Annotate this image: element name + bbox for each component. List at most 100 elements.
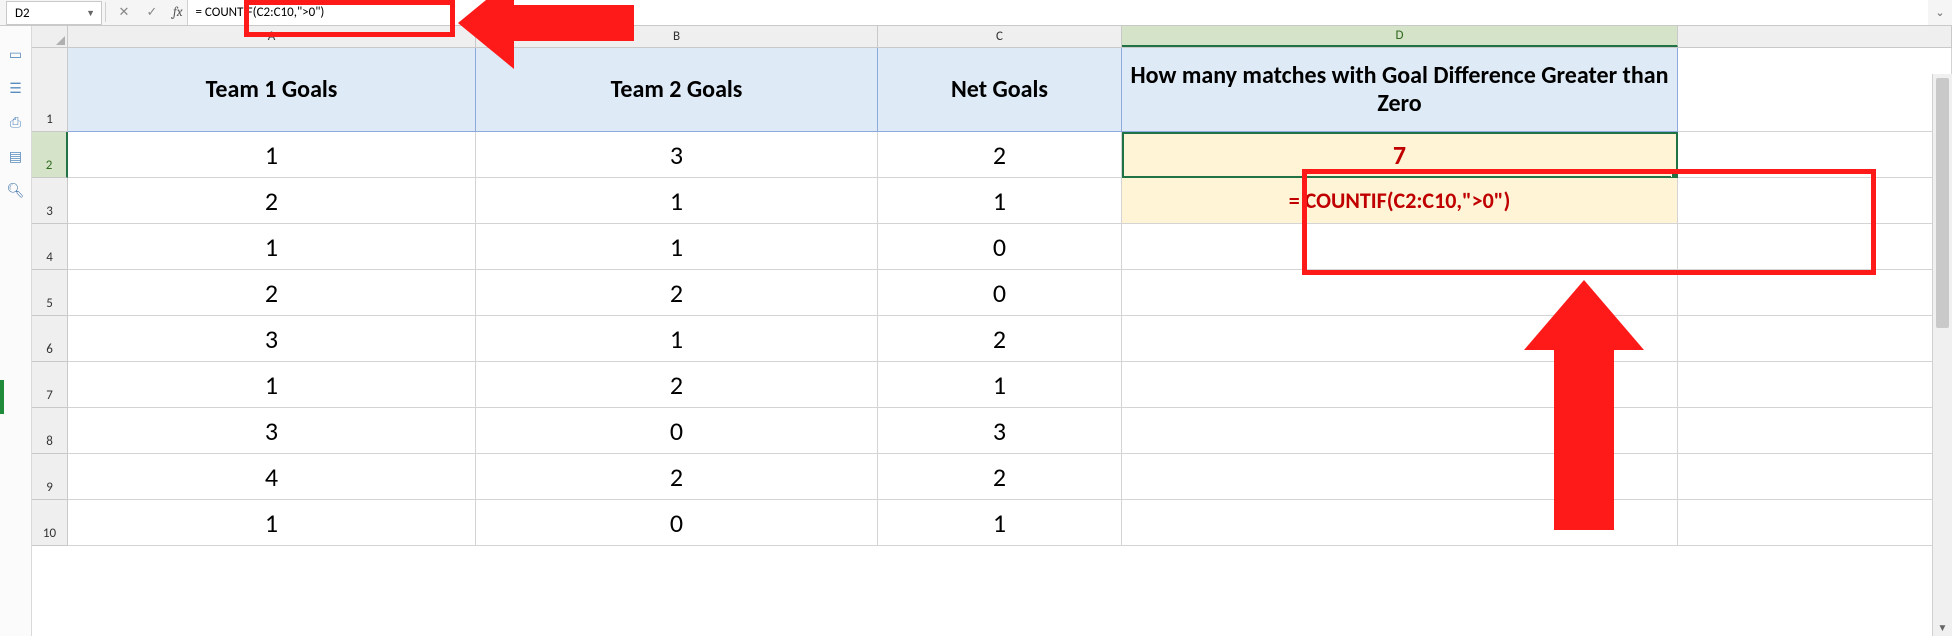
cell-B10[interactable]: 0 [476, 500, 878, 546]
row-header-6[interactable]: 6 [32, 316, 68, 362]
formula-buttons: ✕ ✓ [107, 0, 169, 25]
table-row: 1 Team 1 Goals Team 2 Goals Net Goals Ho… [32, 48, 1952, 132]
col-header-B[interactable]: B [476, 26, 878, 47]
row-header-8[interactable]: 8 [32, 408, 68, 454]
cell-empty[interactable] [1678, 224, 1952, 270]
cell-empty[interactable] [1678, 270, 1952, 316]
cell-empty[interactable] [1678, 178, 1952, 224]
cell-C10[interactable]: 1 [878, 500, 1122, 546]
cell-D3-formula-display[interactable]: = COUNTIF(C2:C10,">0") [1122, 178, 1678, 224]
cell-A5[interactable]: 2 [68, 270, 476, 316]
cell-A8[interactable]: 3 [68, 408, 476, 454]
header-cell-C[interactable]: Net Goals [878, 48, 1122, 132]
cell-C7[interactable]: 1 [878, 362, 1122, 408]
table-row: 6 3 1 2 [32, 316, 1952, 362]
table-row: 2 1 3 2 7 [32, 132, 1952, 178]
chevron-down-icon: ▼ [86, 8, 95, 19]
cell-A4[interactable]: 1 [68, 224, 476, 270]
cell-C5[interactable]: 0 [878, 270, 1122, 316]
cell-empty[interactable] [1678, 316, 1952, 362]
cell-D5[interactable] [1122, 270, 1678, 316]
ribbon-icon[interactable]: ▭ [7, 46, 25, 62]
cell-D6[interactable] [1122, 316, 1678, 362]
cell-C4[interactable]: 0 [878, 224, 1122, 270]
table-row: 8 3 0 3 [32, 408, 1952, 454]
table-row: 4 1 1 0 [32, 224, 1952, 270]
cell-empty[interactable] [1678, 132, 1952, 178]
cell-B5[interactable]: 2 [476, 270, 878, 316]
cell-empty[interactable] [1678, 48, 1952, 132]
column-headers: A B C D [32, 26, 1952, 48]
spreadsheet-grid[interactable]: A B C D 1 Team 1 Goals Team 2 Goals Net … [32, 26, 1952, 636]
cell-A6[interactable]: 3 [68, 316, 476, 362]
row-header-10[interactable]: 10 [32, 500, 68, 546]
cell-A7[interactable]: 1 [68, 362, 476, 408]
accept-formula-button[interactable]: ✓ [139, 1, 165, 25]
cell-D9[interactable] [1122, 454, 1678, 500]
table-row: 5 2 2 0 [32, 270, 1952, 316]
row-header-4[interactable]: 4 [32, 224, 68, 270]
table-row: 7 1 2 1 [32, 362, 1952, 408]
ribbon-icon[interactable]: ☰ [7, 80, 25, 96]
ribbon-icon[interactable]: ▤ [7, 148, 25, 164]
cell-D4[interactable] [1122, 224, 1678, 270]
cell-B7[interactable]: 2 [476, 362, 878, 408]
table-row: 3 2 1 1 = COUNTIF(C2:C10,">0") [32, 178, 1952, 224]
cell-D2-active[interactable]: 7 [1122, 132, 1678, 178]
col-header-D[interactable]: D [1122, 26, 1678, 47]
cell-empty[interactable] [1678, 362, 1952, 408]
cell-B3[interactable]: 1 [476, 178, 878, 224]
col-header-C[interactable]: C [878, 26, 1122, 47]
row-header-3[interactable]: 3 [32, 178, 68, 224]
cell-B4[interactable]: 1 [476, 224, 878, 270]
cell-D7[interactable] [1122, 362, 1678, 408]
cell-C6[interactable]: 2 [878, 316, 1122, 362]
row-header-1[interactable]: 1 [32, 48, 68, 132]
name-box-value: D2 [15, 6, 30, 21]
scroll-down-icon[interactable]: ▼ [1933, 618, 1952, 636]
row-header-5[interactable]: 5 [32, 270, 68, 316]
header-cell-A[interactable]: Team 1 Goals [68, 48, 476, 132]
cell-D8[interactable] [1122, 408, 1678, 454]
cell-A9[interactable]: 4 [68, 454, 476, 500]
ribbon-icon[interactable]: ⎙ [7, 114, 25, 130]
formula-input[interactable] [188, 3, 1929, 22]
header-cell-D[interactable]: How many matches with Goal Difference Gr… [1122, 48, 1678, 132]
fx-label[interactable]: fx [169, 0, 187, 25]
col-header-A[interactable]: A [68, 26, 476, 47]
table-row: 10 1 0 1 [32, 500, 1952, 546]
name-box[interactable]: D2 ▼ [6, 1, 102, 25]
cell-A3[interactable]: 2 [68, 178, 476, 224]
left-ribbon: ▭ ☰ ⎙ ▤ 🔍︎ [0, 26, 32, 636]
formula-bar: D2 ▼ ✕ ✓ fx ⌄ [0, 0, 1952, 26]
cell-C3[interactable]: 1 [878, 178, 1122, 224]
header-cell-B[interactable]: Team 2 Goals [476, 48, 878, 132]
table-row: 9 4 2 2 [32, 454, 1952, 500]
select-all-corner[interactable] [32, 26, 68, 47]
cell-C8[interactable]: 3 [878, 408, 1122, 454]
row-header-7[interactable]: 7 [32, 362, 68, 408]
cell-empty[interactable] [1678, 500, 1952, 546]
row-header-2[interactable]: 2 [32, 132, 68, 178]
cell-B9[interactable]: 2 [476, 454, 878, 500]
cancel-formula-button[interactable]: ✕ [111, 1, 137, 25]
left-active-indicator [0, 380, 4, 414]
cell-A10[interactable]: 1 [68, 500, 476, 546]
vertical-scrollbar[interactable]: ▲ ▼ [1932, 74, 1952, 636]
cell-C9[interactable]: 2 [878, 454, 1122, 500]
cell-B8[interactable]: 0 [476, 408, 878, 454]
expand-formula-bar-button[interactable]: ⌄ [1928, 0, 1952, 25]
cell-B2[interactable]: 3 [476, 132, 878, 178]
find-icon[interactable]: 🔍︎ [7, 182, 25, 198]
cell-B6[interactable]: 1 [476, 316, 878, 362]
cell-empty[interactable] [1678, 454, 1952, 500]
cell-A2[interactable]: 1 [68, 132, 476, 178]
cell-C2[interactable]: 2 [878, 132, 1122, 178]
scrollbar-thumb[interactable] [1936, 78, 1949, 328]
cell-empty[interactable] [1678, 408, 1952, 454]
row-header-9[interactable]: 9 [32, 454, 68, 500]
cell-D10[interactable] [1122, 500, 1678, 546]
grid-body: 1 Team 1 Goals Team 2 Goals Net Goals Ho… [32, 48, 1952, 546]
col-header-rest[interactable] [1678, 26, 1952, 47]
formula-input-wrap [187, 0, 1929, 25]
